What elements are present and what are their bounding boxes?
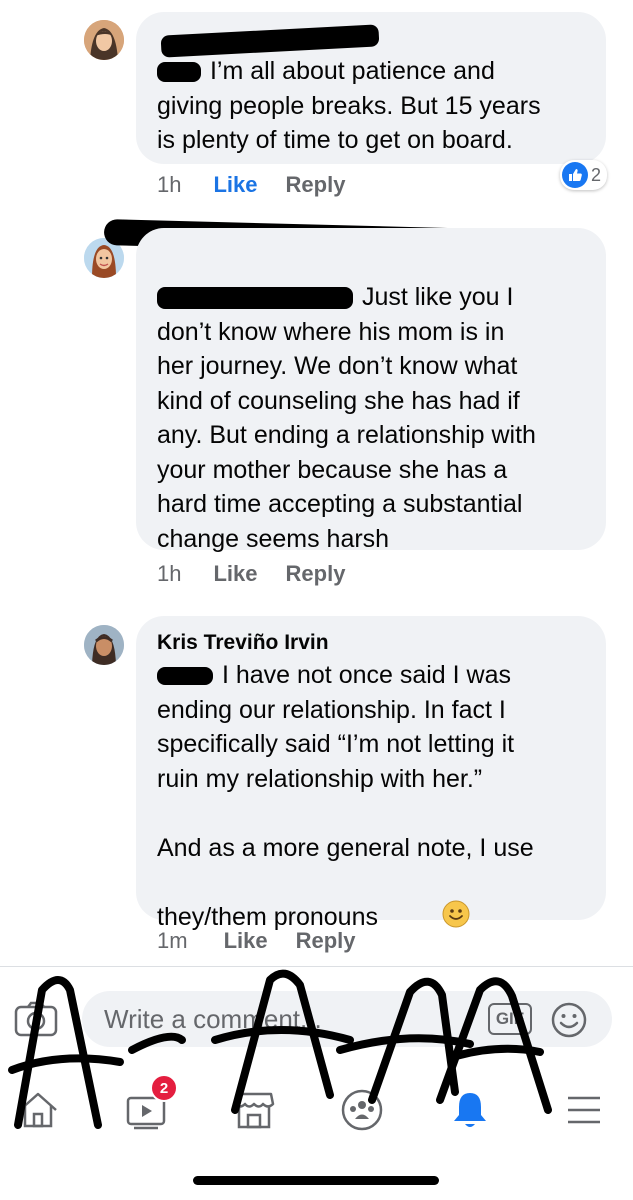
comment-actions: 1h Like Reply <box>157 172 345 198</box>
tab-menu[interactable] <box>554 1080 614 1140</box>
like-button[interactable]: Like <box>213 172 257 198</box>
smile-emoji-icon <box>386 865 470 972</box>
avatar-photo <box>84 625 124 665</box>
gif-button[interactable]: GIF <box>488 1003 532 1035</box>
redaction-mark <box>160 24 380 58</box>
comment-input-placeholder: Write a comment... <box>104 1003 322 1034</box>
home-icon <box>19 1092 57 1128</box>
tab-groups[interactable] <box>332 1080 392 1140</box>
reply-button[interactable]: Reply <box>286 561 346 587</box>
tab-watch[interactable]: 2 <box>116 1074 178 1140</box>
redaction-mark <box>157 62 201 83</box>
tab-notifications[interactable] <box>440 1080 500 1140</box>
comment-bubble: Just like you I don’t know where his mom… <box>136 228 606 553</box>
like-button[interactable]: Like <box>213 561 257 587</box>
comment-text: I have not once said I was ending our re… <box>157 658 586 972</box>
comment-text-body: I’m all about patience and giving people… <box>157 57 541 154</box>
home-indicator[interactable] <box>193 1176 439 1185</box>
comment-time: 1m <box>157 928 188 953</box>
avatar[interactable] <box>84 20 124 60</box>
comment-text-body: I have not once said I was ending our re… <box>157 661 534 931</box>
camera-icon[interactable] <box>14 1001 58 1042</box>
emoji-icon[interactable] <box>550 1001 588 1044</box>
comment-text: Just like you I don’t know where his mom… <box>157 280 586 556</box>
avatar[interactable] <box>84 625 124 665</box>
comment-text-body: Just like you I don’t know where his mom… <box>157 283 536 553</box>
redaction-mark <box>157 287 353 310</box>
comment-time: 1h <box>157 561 182 586</box>
marketplace-icon <box>233 1092 275 1129</box>
reaction-count[interactable]: 2 <box>560 160 608 190</box>
comment-author[interactable]: Kris Treviño Irvin <box>157 628 586 658</box>
thumbs-up-icon <box>562 162 588 188</box>
reply-button[interactable]: Reply <box>296 928 356 954</box>
notifications-icon <box>454 1093 486 1127</box>
comment-input[interactable]: Write a comment... <box>82 991 612 1047</box>
comment-bubble: I’m all about patience and giving people… <box>136 12 606 164</box>
reply-button[interactable]: Reply <box>286 172 346 198</box>
comment-composer: Write a comment... GIF <box>0 966 633 1057</box>
groups-icon <box>341 1089 383 1131</box>
tab-home[interactable] <box>8 1080 68 1140</box>
comment-text: I’m all about patience and giving people… <box>157 54 586 158</box>
comment-actions: 1m Like Reply <box>157 928 356 954</box>
tab-marketplace[interactable] <box>224 1080 284 1140</box>
menu-icon <box>568 1096 600 1124</box>
comment-time: 1h <box>157 172 182 197</box>
comment-actions: 1h Like Reply <box>157 561 345 587</box>
watch-badge: 2 <box>150 1074 178 1102</box>
avatar-photo <box>84 20 124 60</box>
redacted-author <box>157 24 586 58</box>
like-button[interactable]: Like <box>224 928 268 954</box>
reaction-number: 2 <box>591 164 602 185</box>
redaction-mark <box>157 667 213 686</box>
comment-bubble: Kris Treviño Irvin I have not once said … <box>136 616 606 931</box>
